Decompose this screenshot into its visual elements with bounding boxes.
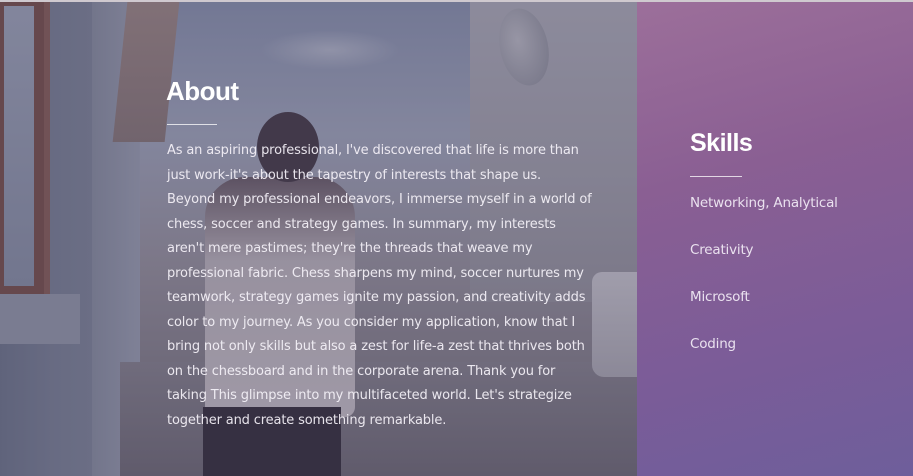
skill-item-coding: Coding <box>690 336 736 352</box>
page: About As an aspiring professional, I've … <box>0 0 913 476</box>
skill-item-networking: Networking, Analytical <box>690 195 838 211</box>
about-divider <box>167 124 217 125</box>
about-paragraph: As an aspiring professional, I've discov… <box>167 143 592 428</box>
skills-heading: Skills <box>690 129 753 157</box>
skill-item-creativity: Creativity <box>690 242 754 258</box>
skills-list: Networking, Analytical Creativity Micros… <box>690 190 900 378</box>
skill-item-microsoft: Microsoft <box>690 289 750 305</box>
skills-divider <box>690 176 742 177</box>
about-heading: About <box>166 76 239 106</box>
